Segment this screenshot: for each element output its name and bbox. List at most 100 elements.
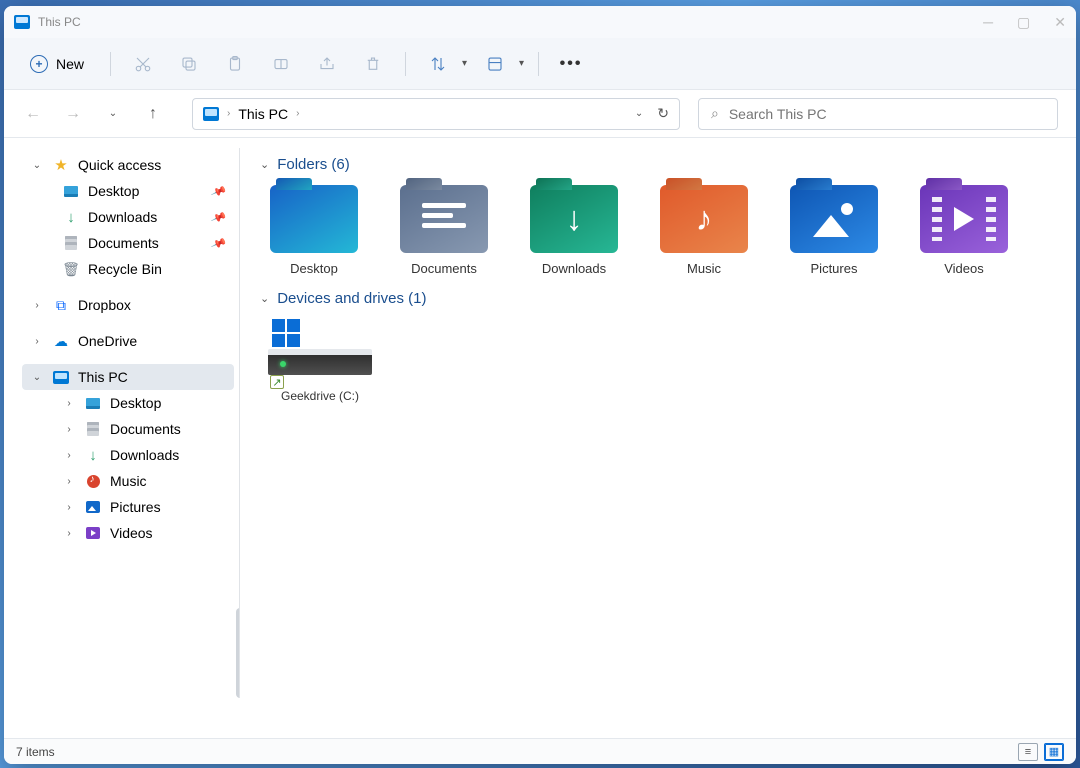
- forward-button[interactable]: →: [62, 103, 84, 125]
- chevron-right-icon: ›: [30, 336, 44, 347]
- sidebar-item-label: Quick access: [78, 157, 161, 173]
- copy-button[interactable]: [171, 46, 207, 82]
- shortcut-overlay-icon: ↗: [270, 375, 284, 389]
- sidebar-item-onedrive[interactable]: › ☁ OneDrive: [22, 328, 234, 354]
- chevron-down-icon: ▾: [519, 58, 524, 69]
- this-pc-icon: [14, 15, 30, 29]
- sidebar-item-label: Recycle Bin: [88, 261, 162, 277]
- chevron-down-icon: ⌄: [260, 292, 269, 305]
- paste-button[interactable]: [217, 46, 253, 82]
- group-header-label: Devices and drives (1): [277, 290, 426, 307]
- sidebar-item-recycle-bin[interactable]: 🗑 Recycle Bin: [22, 256, 234, 282]
- sidebar-item-downloads[interactable]: ↓ Downloads 📌: [22, 204, 234, 230]
- search-box[interactable]: ⌕: [698, 98, 1058, 130]
- titlebar: This PC ─ ▢ ✕: [4, 6, 1076, 38]
- sidebar-item-pc-videos[interactable]: › Videos: [22, 520, 234, 546]
- search-icon: ⌕: [711, 105, 719, 122]
- view-large-icons-button[interactable]: ▦: [1044, 743, 1064, 761]
- new-button-label: New: [56, 56, 84, 72]
- window-title: This PC: [38, 15, 81, 29]
- sidebar-item-quick-access[interactable]: ⌄ ★ Quick access: [22, 152, 234, 178]
- folder-downloads[interactable]: ↓ Downloads: [526, 185, 622, 276]
- chevron-down-icon[interactable]: ⌄: [635, 108, 643, 119]
- folder-label: Pictures: [811, 261, 858, 276]
- sidebar-item-label: Music: [110, 473, 147, 489]
- address-bar[interactable]: › This PC › ⌄ ↻: [192, 98, 680, 130]
- sidebar-item-pc-pictures[interactable]: › Pictures: [22, 494, 234, 520]
- chevron-right-icon: ›: [62, 528, 76, 539]
- downloads-folder-icon: ↓: [530, 185, 618, 253]
- sidebar-item-label: Documents: [88, 235, 159, 251]
- folder-label: Documents: [411, 261, 477, 276]
- chevron-right-icon: ›: [296, 108, 299, 119]
- star-icon: ★: [52, 157, 70, 173]
- drive-label: Geekdrive (C:): [281, 389, 359, 403]
- minimize-button[interactable]: ─: [983, 14, 993, 31]
- folder-label: Desktop: [290, 261, 338, 276]
- folder-label: Downloads: [542, 261, 606, 276]
- up-button[interactable]: ↑: [142, 103, 164, 125]
- scrollbar-thumb[interactable]: [236, 608, 240, 698]
- chevron-right-icon: ›: [30, 300, 44, 311]
- sidebar-item-pc-music[interactable]: › Music: [22, 468, 234, 494]
- pin-icon: 📌: [210, 183, 227, 200]
- sidebar-item-label: Videos: [110, 525, 153, 541]
- group-header-label: Folders (6): [277, 156, 350, 173]
- back-button[interactable]: ←: [22, 103, 44, 125]
- close-button[interactable]: ✕: [1054, 14, 1066, 31]
- pin-icon: 📌: [210, 235, 227, 252]
- recycle-bin-icon: 🗑: [62, 261, 80, 277]
- documents-icon: [87, 422, 99, 436]
- sidebar-item-pc-documents[interactable]: › Documents: [22, 416, 234, 442]
- new-button[interactable]: + New: [18, 51, 96, 77]
- onedrive-icon: ☁: [52, 333, 70, 349]
- sidebar-item-this-pc[interactable]: ⌄ This PC: [22, 364, 234, 390]
- breadcrumb-root[interactable]: This PC: [238, 106, 288, 122]
- drive-c[interactable]: ↗ Geekdrive (C:): [266, 319, 374, 403]
- rename-button[interactable]: [263, 46, 299, 82]
- chevron-down-icon: ⌄: [260, 158, 269, 171]
- music-folder-icon: ♪: [660, 185, 748, 253]
- sidebar-item-label: This PC: [78, 369, 128, 385]
- more-button[interactable]: •••: [553, 46, 589, 82]
- recent-locations-button[interactable]: ⌄: [102, 103, 124, 125]
- chevron-right-icon: ›: [62, 502, 76, 513]
- folder-documents[interactable]: Documents: [396, 185, 492, 276]
- sidebar-item-label: Desktop: [110, 395, 161, 411]
- folder-label: Videos: [944, 261, 984, 276]
- downloads-icon: ↓: [84, 447, 102, 463]
- maximize-button[interactable]: ▢: [1017, 14, 1030, 31]
- pictures-icon: [86, 501, 100, 513]
- sidebar-item-label: Pictures: [110, 499, 161, 515]
- cut-button[interactable]: [125, 46, 161, 82]
- chevron-down-icon: ▾: [462, 58, 467, 69]
- sidebar-item-label: Downloads: [110, 447, 179, 463]
- refresh-button[interactable]: ↻: [657, 105, 669, 122]
- sort-button[interactable]: [420, 46, 456, 82]
- music-icon: [87, 475, 100, 488]
- nav-row: ← → ⌄ ↑ › This PC › ⌄ ↻ ⌕: [4, 90, 1076, 138]
- this-pc-icon: [53, 371, 69, 384]
- folder-pictures[interactable]: Pictures: [786, 185, 882, 276]
- drive-icon: ↗: [268, 319, 372, 383]
- sidebar-item-pc-downloads[interactable]: › ↓ Downloads: [22, 442, 234, 468]
- sidebar-item-label: Documents: [110, 421, 181, 437]
- sidebar-item-documents[interactable]: Documents 📌: [22, 230, 234, 256]
- group-header-folders[interactable]: ⌄ Folders (6): [260, 156, 1056, 173]
- share-button[interactable]: [309, 46, 345, 82]
- status-bar: 7 items ≡ ▦: [4, 738, 1076, 764]
- view-button[interactable]: [477, 46, 513, 82]
- divider: [538, 52, 539, 76]
- delete-button[interactable]: [355, 46, 391, 82]
- folder-music[interactable]: ♪ Music: [656, 185, 752, 276]
- folder-desktop[interactable]: Desktop: [266, 185, 362, 276]
- sidebar-item-desktop[interactable]: Desktop 📌: [22, 178, 234, 204]
- sidebar-item-pc-desktop[interactable]: › Desktop: [22, 390, 234, 416]
- divider: [110, 52, 111, 76]
- search-input[interactable]: [729, 106, 1045, 122]
- folder-videos[interactable]: Videos: [916, 185, 1012, 276]
- sidebar-item-dropbox[interactable]: › ⧉ Dropbox: [22, 292, 234, 318]
- group-header-drives[interactable]: ⌄ Devices and drives (1): [260, 290, 1056, 307]
- sidebar-item-label: OneDrive: [78, 333, 137, 349]
- view-details-button[interactable]: ≡: [1018, 743, 1038, 761]
